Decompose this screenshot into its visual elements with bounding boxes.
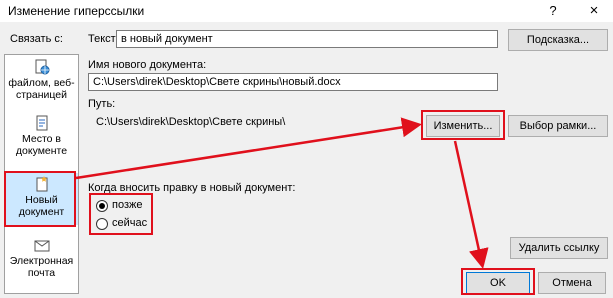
- arrow-to-ok-button: [453, 140, 489, 269]
- edit-hyperlink-dialog: Изменение гиперссылки ? × Связать с: фай…: [0, 0, 613, 298]
- arrow-to-change-button: [75, 117, 422, 180]
- annotation-arrows: [75, 117, 489, 269]
